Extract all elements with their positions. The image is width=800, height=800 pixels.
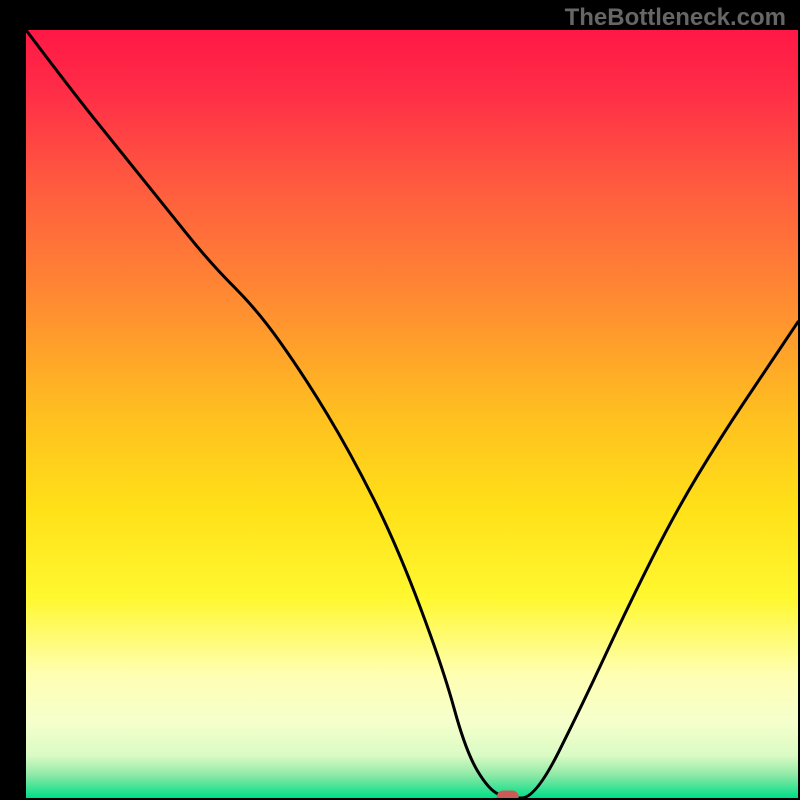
attribution-label: TheBottleneck.com <box>565 4 786 32</box>
gradient-background <box>26 30 798 798</box>
bottleneck-chart <box>0 0 800 800</box>
chart-container: TheBottleneck.com <box>0 0 800 800</box>
optimal-marker <box>497 791 519 800</box>
